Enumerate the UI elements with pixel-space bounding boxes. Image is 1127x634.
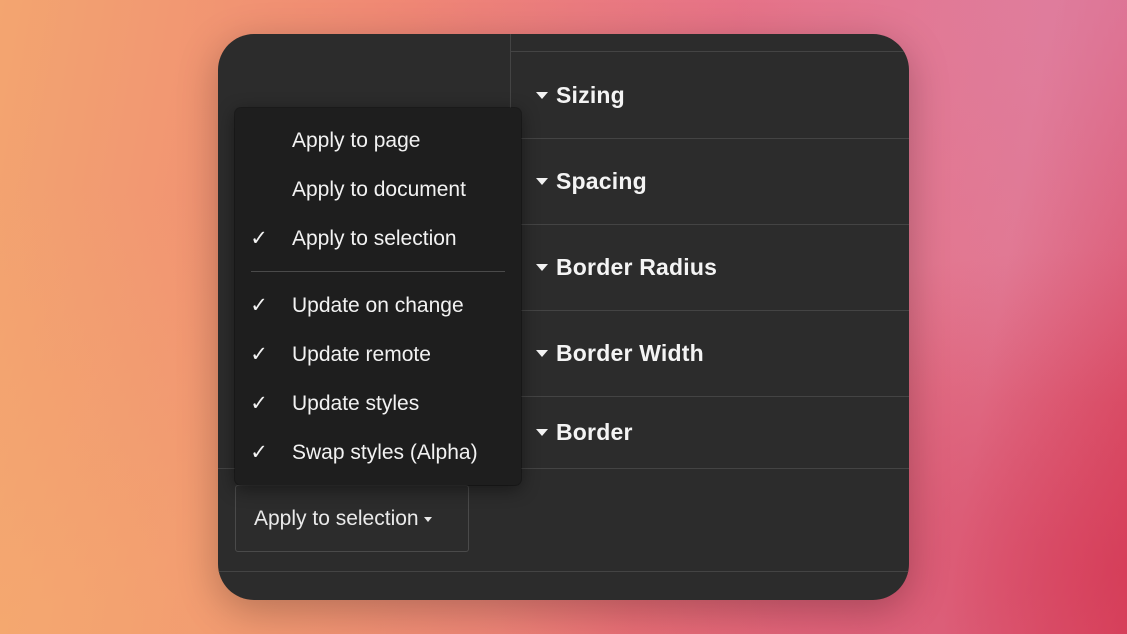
- section-title: Border Width: [556, 339, 704, 366]
- menu-separator: [251, 271, 505, 272]
- section-border-radius[interactable]: Border Radius: [511, 224, 909, 311]
- menu-item-update-styles[interactable]: ✓ Update styles: [235, 379, 521, 428]
- token-sections-panel: Sizing Spacing Border Radius Border Widt…: [511, 34, 909, 468]
- menu-item-apply-to-selection[interactable]: ✓ Apply to selection: [235, 214, 521, 263]
- menu-item-label: Swap styles (Alpha): [292, 440, 478, 464]
- menu-item-apply-to-document[interactable]: Apply to document: [235, 165, 521, 214]
- menu-item-label: Apply to selection: [292, 226, 457, 250]
- check-icon: ✓: [250, 441, 268, 464]
- caret-down-icon: [536, 429, 548, 436]
- caret-down-icon: [423, 517, 432, 522]
- menu-item-update-on-change[interactable]: ✓ Update on change: [235, 281, 521, 330]
- check-icon: ✓: [250, 343, 268, 366]
- caret-down-icon: [536, 264, 548, 271]
- apply-scope-label: Apply to selection: [254, 506, 419, 530]
- menu-item-label: Update remote: [292, 342, 431, 366]
- caret-down-icon: [536, 92, 548, 99]
- section-title: Border: [556, 418, 633, 445]
- caret-down-icon: [536, 178, 548, 185]
- check-icon: ✓: [250, 392, 268, 415]
- check-icon: ✓: [250, 294, 268, 317]
- section-border[interactable]: Border: [511, 396, 909, 468]
- section-title: Spacing: [556, 167, 647, 194]
- menu-item-label: Apply to document: [292, 177, 466, 201]
- menu-item-swap-styles[interactable]: ✓ Swap styles (Alpha): [235, 428, 521, 477]
- section-spacing[interactable]: Spacing: [511, 138, 909, 225]
- section-title: Sizing: [556, 81, 625, 108]
- menu-item-label: Update styles: [292, 391, 420, 415]
- check-icon: ✓: [250, 227, 268, 250]
- menu-item-label: Apply to page: [292, 128, 421, 152]
- section-border-width[interactable]: Border Width: [511, 310, 909, 397]
- menu-item-apply-to-page[interactable]: Apply to page: [235, 116, 521, 165]
- footer-divider-bottom: [218, 571, 909, 572]
- menu-item-label: Update on change: [292, 293, 464, 317]
- section-title: Border Radius: [556, 253, 718, 280]
- caret-down-icon: [536, 350, 548, 357]
- section-sizing[interactable]: Sizing: [511, 52, 909, 139]
- apply-scope-dropdown-button[interactable]: Apply to selection: [235, 485, 469, 552]
- menu-item-update-remote[interactable]: ✓ Update remote: [235, 330, 521, 379]
- apply-options-menu: Apply to page Apply to document ✓ Apply …: [235, 108, 521, 485]
